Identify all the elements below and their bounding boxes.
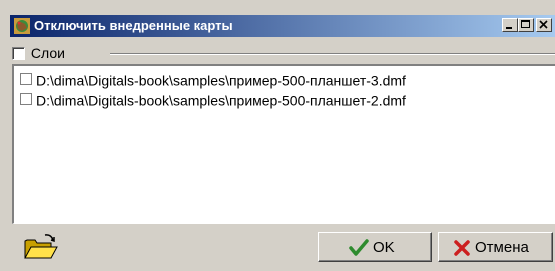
item-checkbox[interactable]: [20, 73, 32, 85]
window-title: Отключить внедренные карты: [34, 18, 233, 33]
item-label: D:\dima\Digitals-book\samples\пример-500…: [36, 92, 406, 109]
layers-label: Слои: [30, 45, 65, 62]
cancel-label: Отмена: [475, 239, 529, 256]
open-folder-icon[interactable]: [23, 233, 59, 261]
cancel-button[interactable]: Отмена: [438, 232, 553, 262]
green-check-icon: [349, 239, 369, 256]
minimize-button[interactable]: [502, 18, 518, 32]
title-bar[interactable]: Отключить внедренные карты: [10, 15, 555, 37]
maps-list[interactable]: D:\dima\Digitals-book\samples\пример-500…: [12, 64, 555, 224]
list-item[interactable]: D:\dima\Digitals-book\samples\пример-500…: [20, 71, 406, 88]
minimize-icon: [506, 27, 512, 29]
close-button[interactable]: [536, 18, 552, 32]
layers-checkbox[interactable]: [12, 46, 25, 60]
close-icon: [539, 20, 548, 29]
dialog-window: Отключить внедренные карты Слои D:\dima\…: [0, 0, 555, 271]
maximize-button[interactable]: [518, 18, 534, 32]
ok-label: OK: [373, 239, 395, 256]
red-x-icon: [454, 240, 470, 256]
item-label: D:\dima\Digitals-book\samples\пример-500…: [36, 72, 406, 89]
group-divider: [110, 53, 555, 55]
ok-button[interactable]: OK: [318, 232, 432, 262]
layers-group-header: Слои: [12, 44, 65, 61]
item-checkbox[interactable]: [20, 93, 32, 105]
list-item[interactable]: D:\dima\Digitals-book\samples\пример-500…: [20, 91, 406, 108]
maximize-icon: [521, 20, 530, 28]
globe-map-icon: [14, 18, 30, 34]
